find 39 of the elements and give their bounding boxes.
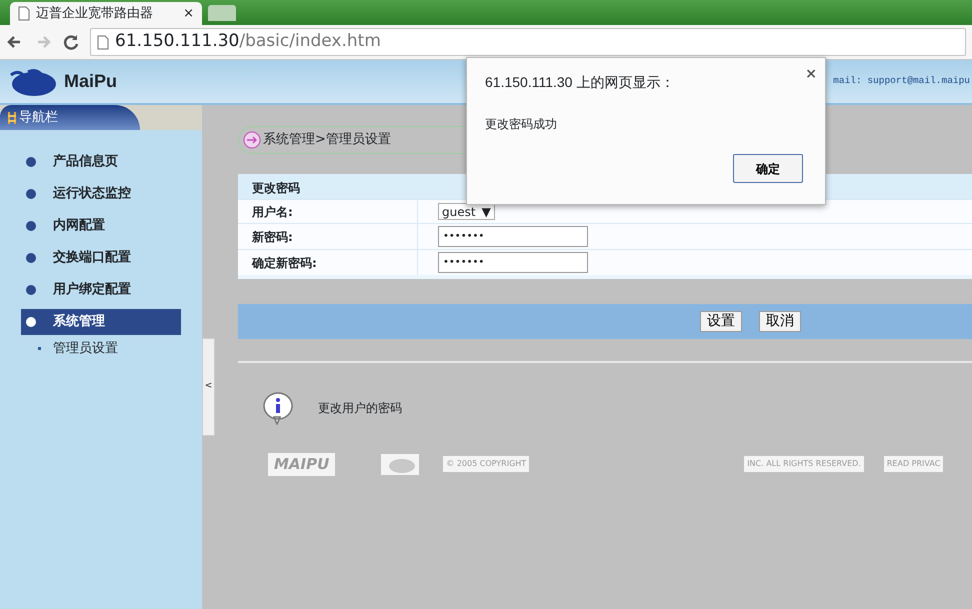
password-field[interactable]: ••••••• xyxy=(438,252,588,273)
nav-item[interactable]: 用户绑定配置 xyxy=(21,277,181,303)
brand-name: MaiPu xyxy=(64,70,118,93)
password-field[interactable]: ••••••• xyxy=(438,226,588,247)
bullet-icon xyxy=(38,347,41,350)
browser-tab[interactable]: 迈普企业宽带路由器 × xyxy=(10,2,202,25)
dialog-title: 61.150.111.30 上的网页显示： xyxy=(485,73,676,92)
dialog-message: 更改密码成功 xyxy=(485,116,558,133)
footer-logo-text: MAIPU xyxy=(268,453,336,476)
reload-icon[interactable] xyxy=(62,33,80,51)
nav-item[interactable]: 运行状态监控 xyxy=(21,181,181,207)
collapse-handle[interactable]: < xyxy=(202,338,215,436)
footer-logo-text: INC. ALL RIGHTS RESERVED. xyxy=(744,456,864,472)
url-text: 61.150.111.30/basic/index.htm xyxy=(115,30,381,54)
nav-item[interactable]: 交换端口配置 xyxy=(21,245,181,271)
contact-email: mail: support@mail.maipu xyxy=(833,74,970,88)
username-select[interactable]: guest ▼ xyxy=(438,203,495,220)
nav-item[interactable]: 系统管理 xyxy=(21,309,181,335)
ok-button[interactable]: 确定 xyxy=(733,154,803,183)
help-text: 更改用户的密码 xyxy=(318,400,402,417)
footer-logo-text: READ PRIVAC xyxy=(884,456,944,472)
nav-item[interactable]: 内网配置 xyxy=(21,213,181,239)
form-button[interactable]: 取消 xyxy=(759,311,801,332)
nav-item[interactable]: 产品信息页 xyxy=(21,149,181,175)
sidebar-title: 导航栏 xyxy=(19,108,58,127)
footer-logo-text: © 2005 COPYRIGHT xyxy=(443,456,530,472)
field-label: 确定新密码: xyxy=(238,250,418,275)
logo-icon xyxy=(381,454,420,475)
breadcrumb-text: 系统管理>管理员设置 xyxy=(263,131,391,150)
form-button[interactable]: 设置 xyxy=(700,311,742,332)
info-icon xyxy=(262,391,294,425)
page-icon xyxy=(18,6,30,21)
close-button[interactable]: × xyxy=(805,64,817,85)
tab-title: 迈普企业宽带路由器 xyxy=(36,4,154,23)
page-icon xyxy=(97,34,109,50)
nav-subitem[interactable]: 管理员设置 xyxy=(53,339,118,358)
ladder-icon xyxy=(8,112,16,124)
close-icon[interactable]: × xyxy=(183,4,194,24)
address-field[interactable]: 61.150.111.30/basic/index.htm xyxy=(90,28,966,56)
